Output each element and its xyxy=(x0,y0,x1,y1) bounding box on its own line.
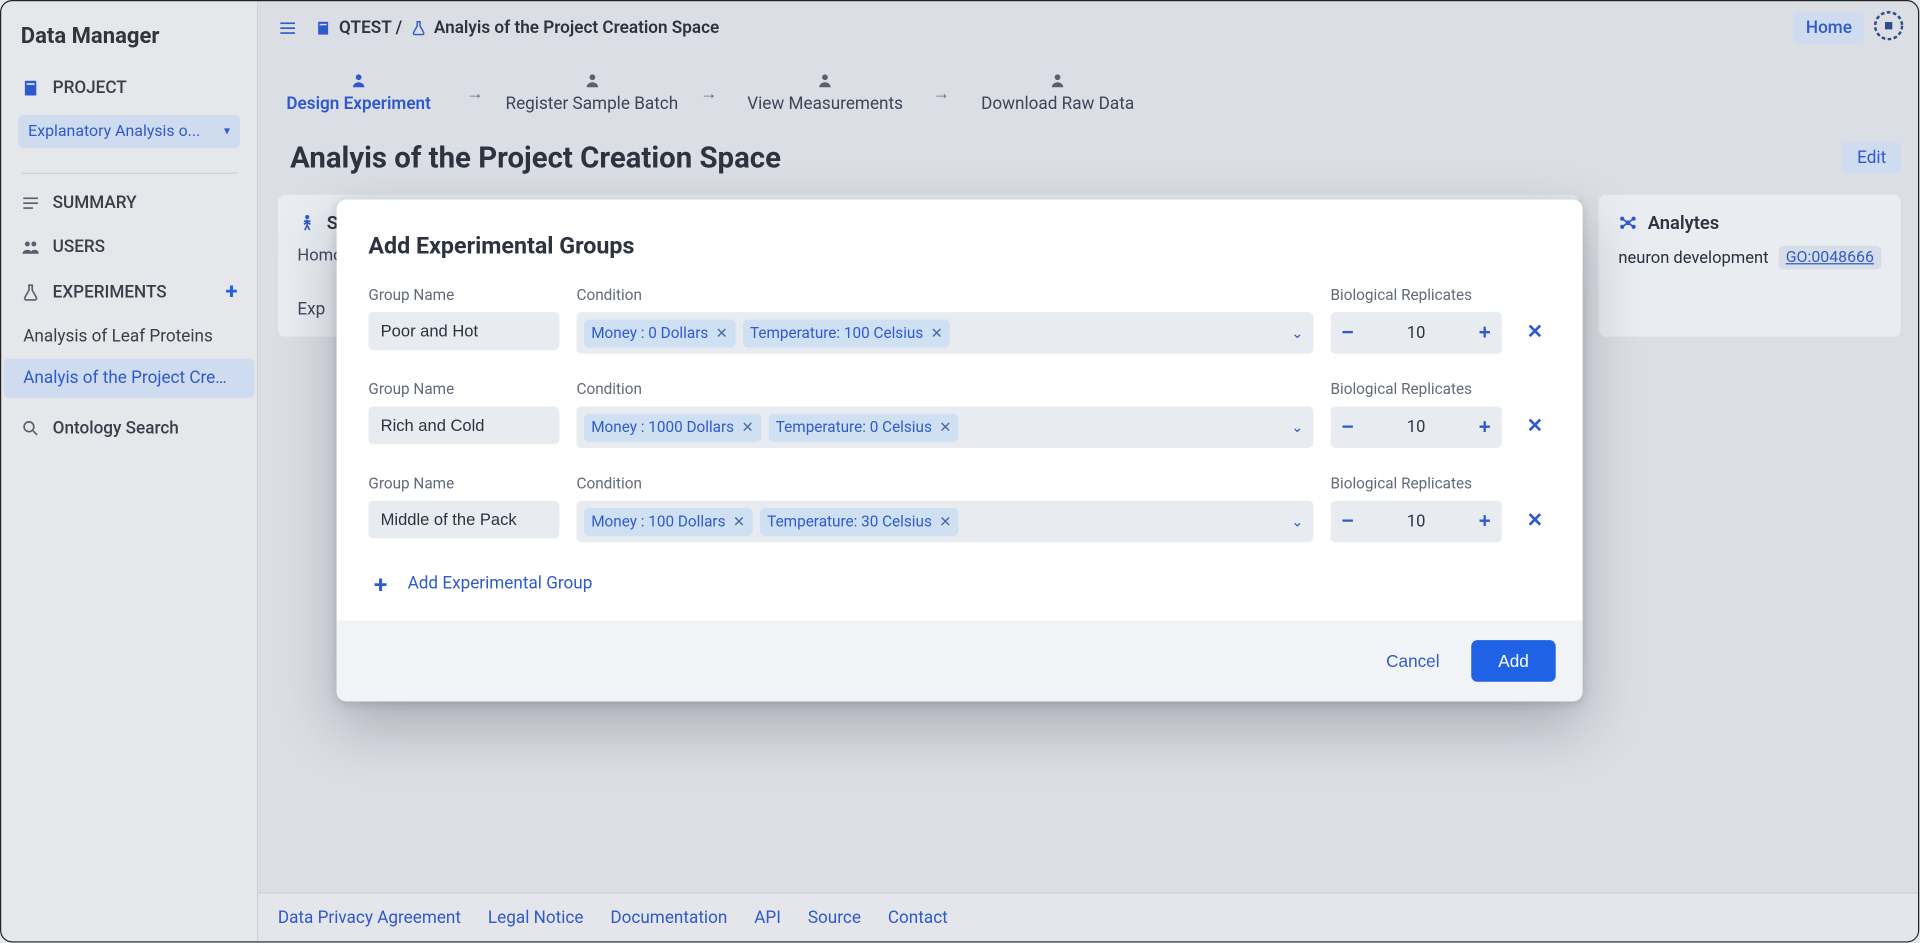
condition-chip: Money : 100 Dollars ✕ xyxy=(584,507,753,535)
modal-footer: Cancel Add xyxy=(337,621,1583,702)
increment-button[interactable]: + xyxy=(1468,312,1502,354)
chip-remove-icon[interactable]: ✕ xyxy=(939,513,951,530)
group-name-label: Group Name xyxy=(368,286,559,304)
replicates-stepper: − 10 + xyxy=(1330,501,1501,543)
add-group-label: Add Experimental Group xyxy=(408,574,593,594)
delete-row-button[interactable]: ✕ xyxy=(1519,310,1551,352)
replicates-value: 10 xyxy=(1365,512,1468,532)
increment-button[interactable]: + xyxy=(1468,406,1502,448)
decrement-button[interactable]: − xyxy=(1330,501,1364,543)
chip-label: Temperature: 100 Celsius xyxy=(750,324,923,342)
condition-select[interactable]: Money : 1000 Dollars ✕ Temperature: 0 Cel… xyxy=(577,406,1314,448)
chip-remove-icon[interactable]: ✕ xyxy=(931,324,943,341)
cancel-button[interactable]: Cancel xyxy=(1374,641,1452,680)
replicates-label: Biological Replicates xyxy=(1330,475,1501,493)
delete-row-button[interactable]: ✕ xyxy=(1519,498,1551,540)
modal-title: Add Experimental Groups xyxy=(368,231,1550,259)
decrement-button[interactable]: − xyxy=(1330,406,1364,448)
chip-label: Money : 100 Dollars xyxy=(591,512,725,530)
condition-label: Condition xyxy=(577,381,1314,399)
group-row: Group Name Condition Money : 1000 Dollar… xyxy=(368,381,1550,448)
chevron-down-icon[interactable]: ⌄ xyxy=(1291,324,1303,341)
group-row: Group Name Condition Money : 100 Dollars… xyxy=(368,475,1550,542)
condition-chip: Money : 1000 Dollars ✕ xyxy=(584,413,761,441)
replicates-stepper: − 10 + xyxy=(1330,312,1501,354)
condition-select[interactable]: Money : 0 Dollars ✕ Temperature: 100 Cels… xyxy=(577,312,1314,354)
add-button[interactable]: Add xyxy=(1471,640,1555,682)
condition-label: Condition xyxy=(577,475,1314,493)
condition-select[interactable]: Money : 100 Dollars ✕ Temperature: 30 Cel… xyxy=(577,501,1314,543)
group-name-input[interactable] xyxy=(368,406,559,444)
condition-chip: Temperature: 0 Celsius ✕ xyxy=(768,413,958,441)
chip-remove-icon[interactable]: ✕ xyxy=(733,513,745,530)
chip-remove-icon[interactable]: ✕ xyxy=(939,419,951,436)
replicates-value: 10 xyxy=(1365,323,1468,343)
chip-remove-icon[interactable]: ✕ xyxy=(716,324,728,341)
group-name-input[interactable] xyxy=(368,312,559,350)
chevron-down-icon[interactable]: ⌄ xyxy=(1291,419,1303,436)
condition-chip: Temperature: 100 Celsius ✕ xyxy=(743,319,951,347)
group-name-input[interactable] xyxy=(368,501,559,539)
replicates-value: 10 xyxy=(1365,417,1468,437)
group-name-label: Group Name xyxy=(368,475,559,493)
chip-label: Temperature: 0 Celsius xyxy=(776,418,932,436)
plus-icon: + xyxy=(368,569,392,598)
add-groups-modal: Add Experimental Groups Group Name Condi… xyxy=(337,200,1583,702)
group-name-label: Group Name xyxy=(368,381,559,399)
chip-remove-icon[interactable]: ✕ xyxy=(741,419,753,436)
modal-overlay: Add Experimental Groups Group Name Condi… xyxy=(1,1,1918,941)
decrement-button[interactable]: − xyxy=(1330,312,1364,354)
increment-button[interactable]: + xyxy=(1468,501,1502,543)
chip-label: Money : 0 Dollars xyxy=(591,324,708,342)
group-row: Group Name Condition Money : 0 Dollars ✕ … xyxy=(368,286,1550,353)
chip-label: Money : 1000 Dollars xyxy=(591,418,734,436)
add-group-button[interactable]: + Add Experimental Group xyxy=(368,569,1550,598)
chip-label: Temperature: 30 Celsius xyxy=(767,512,932,530)
delete-row-button[interactable]: ✕ xyxy=(1519,404,1551,446)
condition-chip: Money : 0 Dollars ✕ xyxy=(584,319,735,347)
condition-chip: Temperature: 30 Celsius ✕ xyxy=(760,507,959,535)
chevron-down-icon[interactable]: ⌄ xyxy=(1291,513,1303,530)
replicates-label: Biological Replicates xyxy=(1330,381,1501,399)
replicates-label: Biological Replicates xyxy=(1330,286,1501,304)
condition-label: Condition xyxy=(577,286,1314,304)
replicates-stepper: − 10 + xyxy=(1330,406,1501,448)
